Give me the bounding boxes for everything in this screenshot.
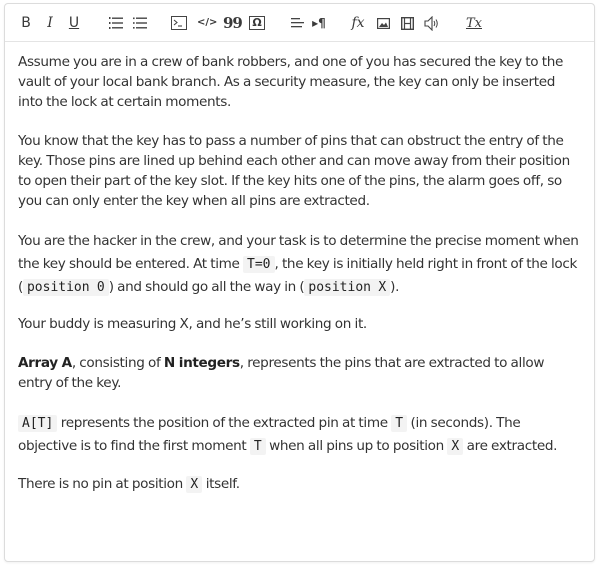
film-icon [400,16,414,30]
speaker-icon [423,15,438,31]
inline-code: X [447,438,464,455]
editor-toolbar: B I U </> 99 Ω ▸¶ fx Tx [5,4,594,42]
formula-button[interactable]: fx [349,12,367,34]
inline-code: X [186,476,203,493]
paragraph: You know that the key has to pass a numb… [18,133,570,209]
paragraph: There is no pin at position X itself. [18,473,581,496]
bullet-list-button[interactable] [131,12,149,34]
image-button[interactable] [374,12,392,34]
paragraph: Array A, consisting of N integers, repre… [18,353,581,393]
bold-button[interactable]: B [17,12,35,34]
video-button[interactable] [398,12,416,34]
text: itself. [202,476,240,492]
paragraph: Your buddy is measuring X, and he’s stil… [18,316,367,332]
editor-content[interactable]: Assume you are in a crew of bank robbers… [5,42,594,496]
code-block-button[interactable] [170,12,188,34]
image-icon [376,17,390,29]
quote-icon: 99 [223,13,243,32]
text: ). [390,279,400,295]
paragraph-direction-icon: ▸¶ [312,16,326,30]
special-char-button[interactable]: Ω [248,12,266,34]
terminal-icon [171,16,187,30]
bold-text: Array A [18,355,72,371]
ordered-list-button[interactable] [107,12,125,34]
bold-icon: B [21,15,31,31]
align-button[interactable] [288,12,306,34]
clear-format-button[interactable]: Tx [465,12,483,34]
ordered-list-icon [109,17,123,29]
italic-icon: I [47,15,53,31]
text: when all pins up to position [265,438,448,454]
inline-code: position X [304,279,391,296]
audio-button[interactable] [423,12,441,34]
paragraph: A[T] represents the position of the extr… [18,412,581,458]
text: represents the position of the extracted… [57,415,392,431]
code-icon: </> [197,17,218,28]
inline-code: position 0 [22,279,109,296]
underline-button[interactable]: U [65,12,83,34]
inline-code: T [249,438,266,455]
paragraph: You are the hacker in the crew, and your… [18,230,581,299]
text: are extracted. [463,438,558,454]
bullet-list-icon [133,17,147,29]
underline-icon: U [68,15,80,31]
inline-code-button[interactable]: </> [197,12,217,34]
paragraph: Assume you are in a crew of bank robbers… [18,54,563,110]
italic-button[interactable]: I [41,12,59,34]
text-direction-button[interactable]: ▸¶ [310,12,328,34]
function-icon: fx [351,15,365,31]
inline-code: A[T] [18,415,58,432]
align-icon [290,18,304,28]
inline-code: T [391,415,408,432]
inline-code: T=0 [243,256,275,273]
blockquote-button[interactable]: 99 [223,12,243,34]
text: There is no pin at position [18,476,187,492]
omega-icon: Ω [249,16,265,30]
bold-text: N integers [163,355,240,371]
clear-format-icon: Tx [465,15,482,31]
text: , consisting of [71,355,164,371]
rich-text-editor: B I U </> 99 Ω ▸¶ fx Tx Assume you are i… [4,3,595,562]
text: ) and should go all the way in ( [108,279,305,295]
